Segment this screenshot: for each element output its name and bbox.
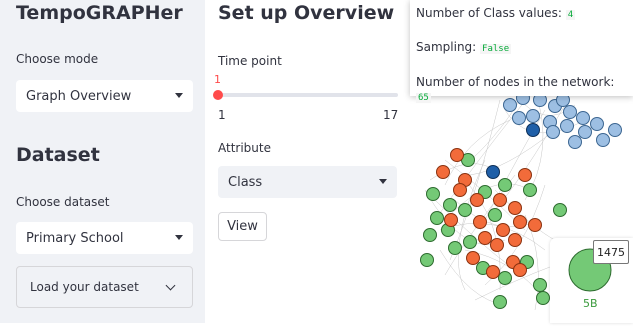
view-button[interactable]: View xyxy=(218,212,267,241)
network-info-panel: Number of Class values: 4 Sampling: Fals… xyxy=(410,0,633,103)
caret-down-icon xyxy=(379,179,387,184)
attribute-select[interactable]: Class xyxy=(218,166,397,198)
class-values-value: 4 xyxy=(565,10,576,20)
page-title: Set up Overview xyxy=(218,2,395,24)
app-title: TempoGRAPHer xyxy=(16,2,183,24)
caret-down-icon xyxy=(175,235,183,240)
mode-select[interactable]: Graph Overview xyxy=(16,80,193,112)
nodes-value: 65 xyxy=(416,93,431,103)
sidebar: TempoGRAPHer Choose mode Graph Overview … xyxy=(0,0,205,323)
load-dataset-label: Load your dataset xyxy=(30,280,139,294)
timepoint-label: Time point xyxy=(218,54,282,68)
attribute-select-value: Class xyxy=(228,174,263,190)
zoomed-node-label: 5B xyxy=(583,297,598,310)
class-values-row: Number of Class values: 4 xyxy=(416,6,576,20)
sampling-value: False xyxy=(480,44,512,54)
sampling-label: Sampling: xyxy=(416,40,477,54)
mode-select-value: Graph Overview xyxy=(26,88,132,104)
mode-label: Choose mode xyxy=(16,52,99,66)
slider-current-value: 1 xyxy=(214,73,221,86)
timepoint-slider-track[interactable] xyxy=(218,93,398,97)
dataset-select[interactable]: Primary School xyxy=(16,222,193,254)
node-tooltip: 1475 xyxy=(593,240,629,264)
slider-max-label: 17 xyxy=(383,108,399,122)
dataset-heading: Dataset xyxy=(16,144,100,166)
timepoint-slider-thumb[interactable] xyxy=(213,90,223,100)
nodes-row: Number of nodes in the network: 65 xyxy=(416,75,633,103)
caret-down-icon xyxy=(175,93,183,98)
load-dataset-expander[interactable]: Load your dataset xyxy=(16,266,193,308)
dataset-label: Choose dataset xyxy=(16,195,110,209)
attribute-label: Attribute xyxy=(218,141,271,155)
dark-blue-nodes xyxy=(486,123,540,179)
class-values-label: Number of Class values: xyxy=(416,6,562,20)
sampling-row: Sampling: False xyxy=(416,40,512,54)
nodes-label: Number of nodes in the network: xyxy=(416,75,615,89)
slider-min-label: 1 xyxy=(218,108,226,122)
chevron-down-icon xyxy=(165,280,176,291)
dataset-select-value: Primary School xyxy=(26,230,124,246)
